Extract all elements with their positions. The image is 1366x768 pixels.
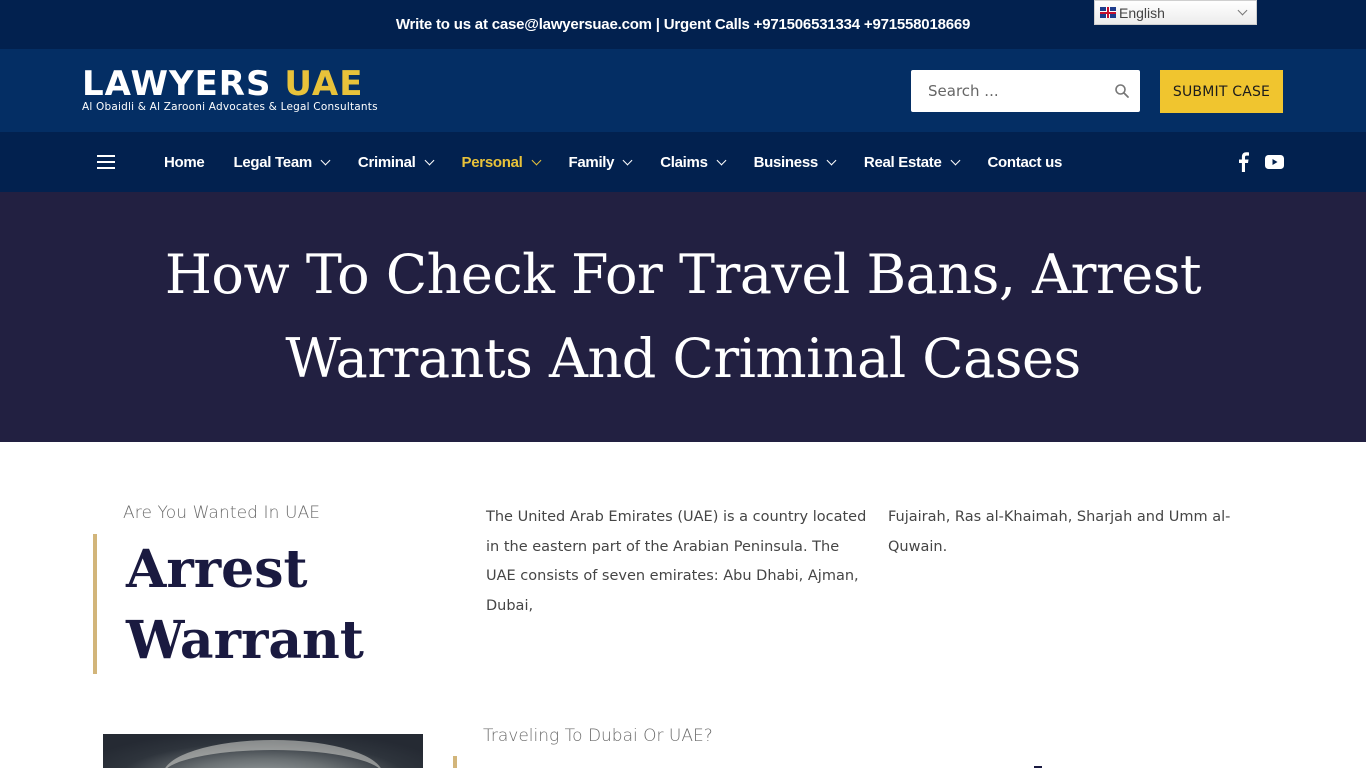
- nav-item-label: Criminal: [357, 153, 416, 171]
- heading-accent-bar-2: [453, 756, 457, 768]
- nav-item-business[interactable]: Business: [753, 153, 837, 171]
- top-contact-bar: Write to us at case@lawyersuae.com | Urg…: [0, 0, 1366, 49]
- chevron-down-icon: [424, 155, 434, 165]
- intro-paragraph-col2: Fujairah, Ras al-Khaimah, Sharjah and Um…: [888, 509, 1231, 555]
- nav-item-home[interactable]: Home: [164, 153, 205, 171]
- search-input[interactable]: [911, 70, 1101, 112]
- logo-text-primary: LAWYERS: [82, 64, 272, 104]
- chevron-down-icon: [531, 155, 541, 165]
- language-selector[interactable]: English: [1094, 0, 1257, 25]
- nav-item-label: Real Estate: [863, 153, 942, 171]
- chevron-down-icon: [1237, 5, 1248, 16]
- feature-image: [103, 734, 423, 768]
- nav-menu: Home Legal Team Criminal Personal Family…: [164, 132, 1091, 192]
- section-kicker: Are You Wanted In UAE: [123, 503, 321, 523]
- nav-item-label: Family: [568, 153, 615, 171]
- hamburger-icon[interactable]: [97, 155, 115, 169]
- chevron-down-icon: [622, 155, 633, 165]
- nav-item-label: Legal Team: [233, 153, 312, 171]
- logo-wordmark: LAWYERS UAE: [82, 67, 417, 101]
- nav-item-family[interactable]: Family: [568, 153, 633, 171]
- nav-item-criminal[interactable]: Criminal: [357, 153, 434, 171]
- nav-item-label: Claims: [660, 153, 708, 171]
- facebook-icon[interactable]: [1236, 152, 1250, 172]
- nav-item-label: Business: [753, 153, 819, 171]
- site-header: LAWYERS UAE Al Obaidli & Al Zarooni Advo…: [0, 49, 1366, 132]
- chevron-down-icon: [950, 155, 960, 165]
- submit-case-button[interactable]: SUBMIT CASE: [1160, 70, 1283, 113]
- nav-item-personal[interactable]: Personal: [461, 153, 541, 171]
- nav-item-label: Home: [164, 153, 205, 171]
- youtube-icon[interactable]: [1265, 155, 1284, 169]
- uk-flag-icon: [1100, 7, 1116, 18]
- contact-info-text: Write to us at case@lawyersuae.com | Urg…: [395, 16, 971, 33]
- chevron-down-icon: [716, 155, 727, 165]
- search-form: [911, 70, 1140, 112]
- hero-banner: How To Check For Travel Bans, Arrest War…: [0, 192, 1366, 442]
- nav-item-contact-us[interactable]: Contact us: [988, 154, 1063, 171]
- logo-tagline: Al Obaidli & Al Zarooni Advocates & Lega…: [82, 101, 378, 113]
- main-navigation: Home Legal Team Criminal Personal Family…: [0, 132, 1366, 192]
- nav-item-claims[interactable]: Claims: [660, 153, 727, 171]
- site-logo[interactable]: LAWYERS UAE Al Obaidli & Al Zarooni Advo…: [82, 67, 417, 117]
- nav-item-label: Personal: [461, 153, 523, 171]
- social-links: [1236, 152, 1284, 172]
- section-heading: Arrest Warrant: [126, 539, 364, 671]
- chevron-down-icon: [320, 155, 331, 165]
- search-icon[interactable]: [1114, 83, 1130, 99]
- logo-text-accent: UAE: [284, 64, 364, 104]
- intro-paragraph-col1: The United Arab Emirates (UAE) is a coun…: [486, 509, 867, 614]
- nav-item-label: Contact us: [987, 153, 1063, 171]
- language-selected-label: English: [1119, 4, 1165, 21]
- section-kicker-2: Traveling To Dubai Or UAE?: [483, 726, 713, 746]
- nav-item-legal-team[interactable]: Legal Team: [233, 153, 331, 171]
- chevron-down-icon: [826, 155, 837, 165]
- nav-item-real-estate[interactable]: Real Estate: [863, 153, 960, 171]
- heading-accent-bar: [93, 534, 97, 674]
- page-title: How To Check For Travel Bans, Arrest War…: [164, 243, 1202, 390]
